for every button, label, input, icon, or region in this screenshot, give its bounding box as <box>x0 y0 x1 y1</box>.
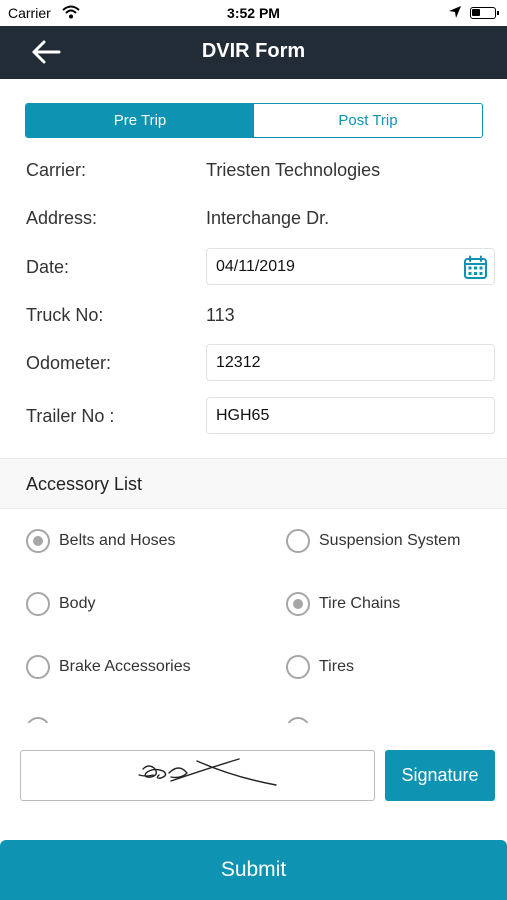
trailer-value: HGH65 <box>216 407 270 424</box>
radio-unchecked-icon[interactable] <box>286 655 310 679</box>
accessory-item-tires[interactable]: Tires <box>286 655 354 679</box>
calendar-icon[interactable] <box>463 255 488 280</box>
trip-toggle: Pre Trip Post Trip <box>25 103 483 138</box>
accessory-item-tire-chains[interactable]: Tire Chains <box>286 592 400 616</box>
accessory-item-label: Suspension System <box>319 532 461 549</box>
accessory-item-label: Tires <box>319 658 354 675</box>
signature-button[interactable]: Signature <box>385 750 495 801</box>
accessory-item-label: Body <box>59 595 96 612</box>
battery-icon <box>470 7 499 19</box>
accessory-list: Belts and Hoses Suspension System Body T… <box>0 509 507 723</box>
radio-unchecked-icon[interactable] <box>286 717 310 723</box>
battery-fill <box>472 9 480 16</box>
trailer-field[interactable]: HGH65 <box>206 397 495 434</box>
trailer-label: Trailer No : <box>26 406 115 426</box>
address-label: Address: <box>26 208 98 228</box>
address-value: Interchange Dr. <box>206 208 330 228</box>
accessory-item-suspension-system[interactable]: Suspension System <box>286 529 460 553</box>
accessory-item-label: Tire Chains <box>319 595 401 612</box>
radio-unchecked-icon[interactable] <box>26 717 50 723</box>
radio-checked-icon[interactable] <box>286 592 310 616</box>
nav-header: DVIR Form <box>0 26 507 79</box>
odometer-field[interactable]: 12312 <box>206 344 495 381</box>
date-label: Date: <box>26 257 70 277</box>
odometer-value: 12312 <box>216 354 261 371</box>
carrier-value: Triesten Technologies <box>206 160 381 180</box>
page-title: DVIR Form <box>201 40 306 62</box>
location-arrow-icon <box>448 5 462 22</box>
tab-post-trip[interactable]: Post Trip <box>254 104 482 137</box>
truck-label: Truck No: <box>26 305 104 325</box>
radio-unchecked-icon[interactable] <box>286 529 310 553</box>
accessory-item-label: Belts and Hoses <box>59 532 176 549</box>
submit-button[interactable]: Submit <box>0 840 507 900</box>
status-bar: Carrier 3:52 PM <box>0 0 507 26</box>
tab-pre-trip[interactable]: Pre Trip <box>26 104 254 137</box>
odometer-label: Odometer: <box>26 353 112 373</box>
accessory-list-title: Accessory List <box>26 474 143 494</box>
radio-checked-icon[interactable] <box>26 529 50 553</box>
accessory-item-partial[interactable] <box>26 717 50 723</box>
accessory-item-belts-and-hoses[interactable]: Belts and Hoses <box>26 529 176 553</box>
accessory-item-label: Brake Accessories <box>59 658 191 675</box>
carrier-label: Carrier: <box>26 160 87 180</box>
accessory-list-header: Accessory List <box>0 458 507 509</box>
accessory-item-brake-accessories[interactable]: Brake Accessories <box>26 655 191 679</box>
truck-value: 113 <box>206 305 235 325</box>
signature-pad[interactable] <box>20 750 375 801</box>
date-value: 04/11/2019 <box>216 258 295 275</box>
date-field[interactable]: 04/11/2019 <box>206 248 495 285</box>
accessory-item-partial[interactable] <box>286 717 310 723</box>
status-time: 3:52 PM <box>227 5 280 21</box>
radio-unchecked-icon[interactable] <box>26 655 50 679</box>
signature-image <box>138 758 277 786</box>
radio-unchecked-icon[interactable] <box>26 592 50 616</box>
accessory-item-body[interactable]: Body <box>26 592 95 616</box>
